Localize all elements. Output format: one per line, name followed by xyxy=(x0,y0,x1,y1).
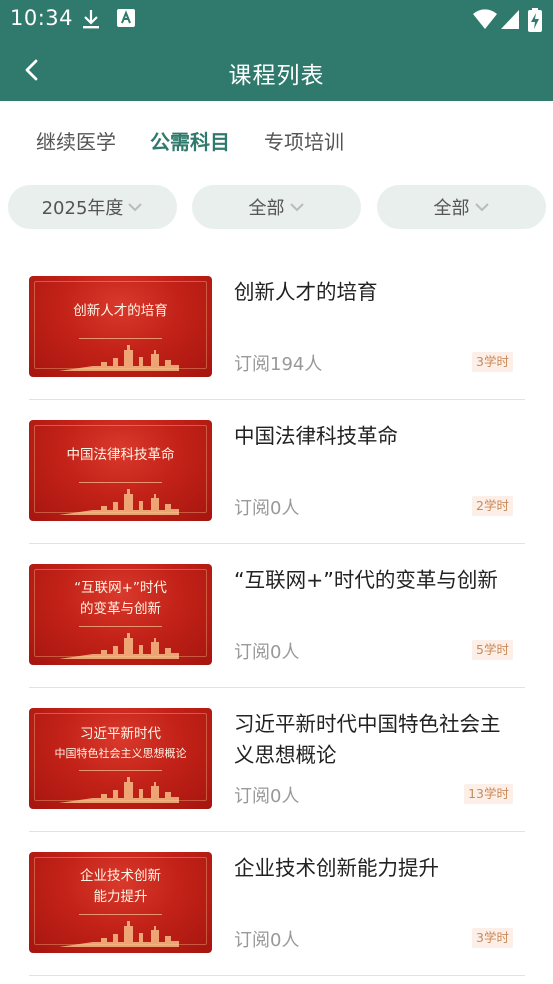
filter-bar: 2025年度 全部 全部 xyxy=(0,183,553,231)
course-item[interactable]: 习近平新时代 中国特色社会主义思想概论 习近平新时代中国特色社会主义思想概论 订… xyxy=(29,687,525,832)
subscriber-count: 订阅0人 xyxy=(234,930,300,951)
credit-hours-badge: 13学时 xyxy=(464,784,513,804)
credit-hours-badge: 3学时 xyxy=(472,928,513,948)
city-skyline-icon xyxy=(59,921,179,947)
city-skyline-icon xyxy=(59,489,179,515)
chevron-down-icon xyxy=(474,203,489,212)
tab-continuing-medical[interactable]: 继续医学 xyxy=(36,126,116,155)
city-skyline-icon xyxy=(59,777,179,803)
tab-special-training[interactable]: 专项培训 xyxy=(264,126,344,155)
thumbnail-title: 中国法律科技革命 xyxy=(66,446,175,463)
course-thumbnail: “互联网+”时代 的变革与创新 xyxy=(29,564,212,665)
category-tabs: 继续医学 公需科目 专项培训 xyxy=(0,101,553,179)
subscriber-count: 订阅0人 xyxy=(234,642,300,663)
thumbnail-title-line1: 企业技术创新 xyxy=(80,868,161,884)
course-item[interactable]: 企业技术创新 能力提升 企业技术创新能力提升 订阅0人 3学时 xyxy=(29,831,525,976)
status-bar: 10:34 xyxy=(0,0,553,38)
type-filter-label: 全部 xyxy=(248,198,285,219)
year-filter-dropdown[interactable]: 2025年度 xyxy=(8,185,177,229)
wifi-icon xyxy=(472,8,498,34)
course-thumbnail: 企业技术创新 能力提升 xyxy=(29,852,212,953)
course-thumbnail: 创新人才的培育 xyxy=(29,276,212,377)
course-item[interactable]: 中国法律科技革命 中国法律科技革命 订阅0人 2学时 xyxy=(29,399,525,544)
credit-hours-badge: 2学时 xyxy=(472,496,513,516)
thumbnail-title-line2: 能力提升 xyxy=(93,889,148,905)
subscriber-count: 订阅194人 xyxy=(234,354,323,375)
status-filter-dropdown[interactable]: 全部 xyxy=(377,185,546,229)
chevron-down-icon xyxy=(128,203,143,212)
subscriber-count: 订阅0人 xyxy=(234,786,300,807)
thumbnail-title-line1: 习近平新时代 xyxy=(80,725,161,742)
credit-hours-badge: 5学时 xyxy=(472,640,513,660)
thumbnail-title-line2: 中国特色社会主义思想概论 xyxy=(54,746,187,760)
thumbnail-title-line2: 的变革与创新 xyxy=(80,601,161,617)
credit-hours-badge: 3学时 xyxy=(472,352,513,372)
course-title: “互联网+”时代的变革与创新 xyxy=(234,568,498,592)
cellular-signal-icon xyxy=(500,8,520,34)
app-header: 10:34 课程列表 xyxy=(0,0,553,101)
battery-charging-icon xyxy=(528,8,542,36)
subscriber-count: 订阅0人 xyxy=(234,498,300,519)
course-title: 中国法律科技革命 xyxy=(234,424,398,448)
course-title: 企业技术创新能力提升 xyxy=(234,856,439,880)
course-thumbnail: 中国法律科技革命 xyxy=(29,420,212,521)
download-icon xyxy=(80,8,102,34)
course-title: 创新人才的培育 xyxy=(234,280,378,304)
year-filter-label: 2025年度 xyxy=(41,198,124,219)
tab-public-required[interactable]: 公需科目 xyxy=(150,126,230,155)
course-item[interactable]: 创新人才的培育 创新人才的培育 订阅194人 3学时 xyxy=(29,255,525,400)
course-thumbnail: 习近平新时代 中国特色社会主义思想概论 xyxy=(29,708,212,809)
app-notification-icon xyxy=(116,8,136,32)
status-time: 10:34 xyxy=(10,6,74,30)
thumbnail-title-line1: “互联网+”时代 xyxy=(74,580,167,596)
course-title: 习近平新时代中国特色社会主义思想概论 xyxy=(234,712,501,767)
type-filter-dropdown[interactable]: 全部 xyxy=(192,185,361,229)
chevron-down-icon xyxy=(289,203,304,212)
page-title: 课程列表 xyxy=(228,63,325,89)
city-skyline-icon xyxy=(59,633,179,659)
thumbnail-title: 创新人才的培育 xyxy=(73,302,168,319)
nav-bar: 课程列表 xyxy=(0,38,553,101)
status-filter-label: 全部 xyxy=(433,198,470,219)
course-item[interactable]: “互联网+”时代 的变革与创新 “互联网+”时代的变革与创新 订阅0人 5学时 xyxy=(29,543,525,688)
city-skyline-icon xyxy=(59,345,179,371)
